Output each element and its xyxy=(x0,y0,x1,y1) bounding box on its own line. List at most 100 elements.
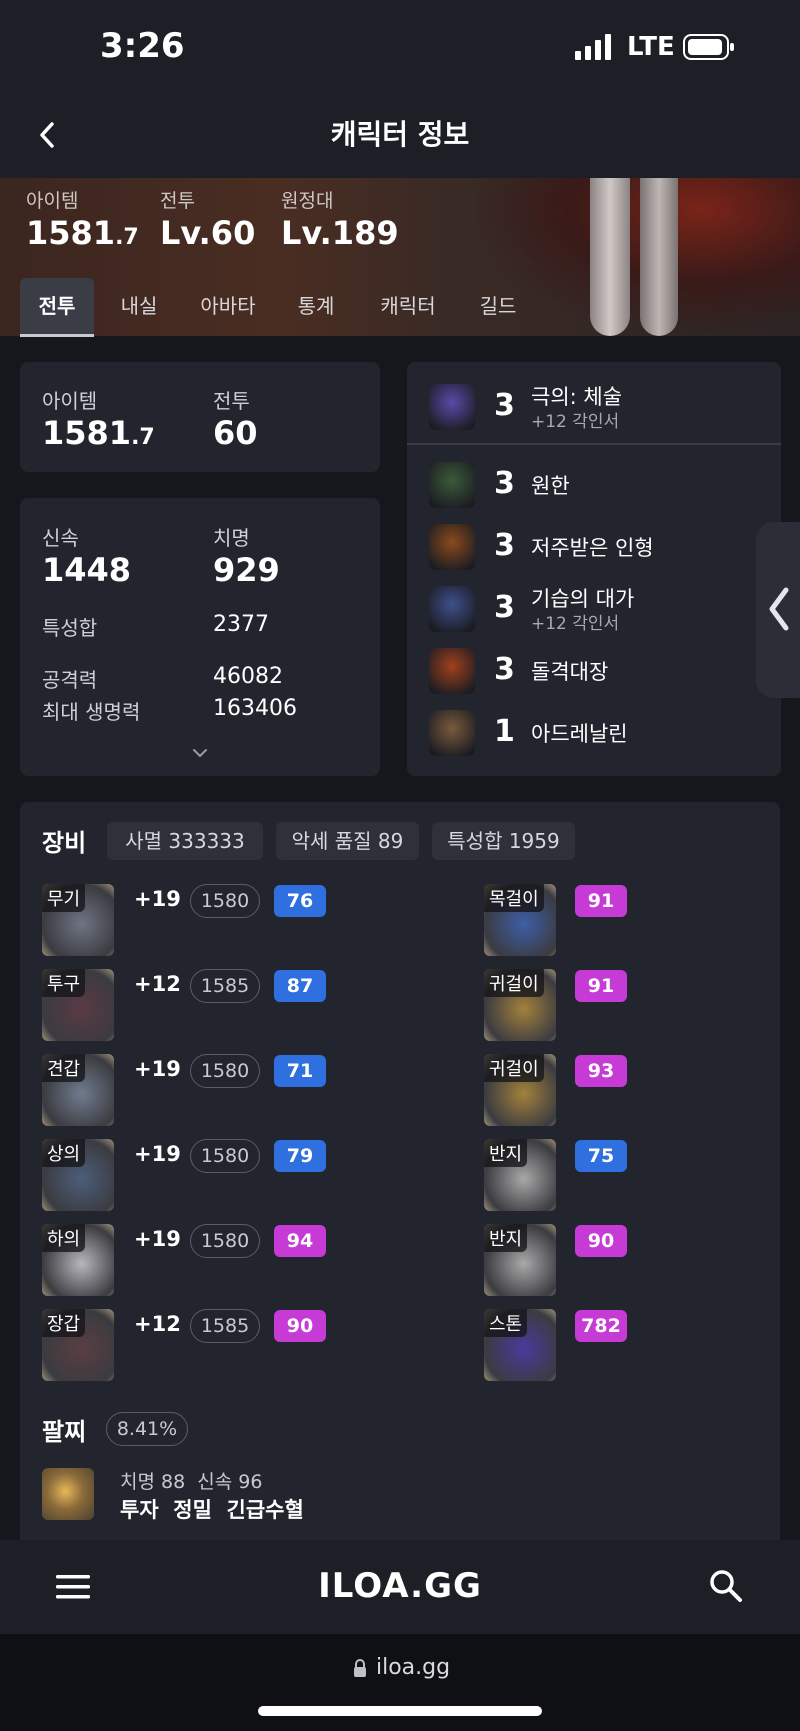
engraving-level: 3 xyxy=(494,466,515,501)
crit-value: 929 xyxy=(213,551,280,589)
character-art-leg xyxy=(590,178,630,336)
engraving-level: 3 xyxy=(494,590,515,625)
hero-combat-value: Lv.60 xyxy=(160,214,256,252)
summary-item-label: 아이템 xyxy=(42,389,98,413)
quality-badge: 782 xyxy=(575,1310,627,1342)
max-hp-label: 최대 생명력 xyxy=(42,700,141,724)
status-time: 3:26 xyxy=(100,26,185,66)
engraving-name: 아드레날린 xyxy=(531,722,628,746)
ring-icon[interactable]: 반지 xyxy=(484,1139,556,1211)
url-text[interactable]: iloa.gg xyxy=(376,1655,450,1680)
martial-arts-icon xyxy=(429,384,475,430)
pants-icon[interactable]: 하의 xyxy=(42,1224,114,1296)
slot-label: 무기 xyxy=(42,884,86,912)
summary-combat-label: 전투 xyxy=(213,389,250,413)
browser-url-bar xyxy=(0,1634,800,1731)
hero-combat-label: 전투 xyxy=(160,190,195,212)
quality-badge: 91 xyxy=(575,970,627,1002)
page-title: 캐릭터 정보 xyxy=(330,118,470,151)
slot-label: 반지 xyxy=(484,1224,528,1252)
summary-combat-value: 60 xyxy=(213,414,258,452)
quality-badge: 90 xyxy=(274,1310,326,1342)
tab-stats[interactable]: 통계 xyxy=(284,278,348,334)
tab-character[interactable]: 캐릭터 xyxy=(368,278,448,334)
engraving-name: 저주받은 인형 xyxy=(531,536,654,560)
stat-total-label: 특성합 xyxy=(42,616,98,640)
max-hp-value: 163406 xyxy=(213,696,297,721)
engraving-level: 1 xyxy=(494,714,515,749)
hero-roster-value: Lv.189 xyxy=(281,214,399,252)
gloves-icon[interactable]: 장갑 xyxy=(42,1309,114,1381)
quality-badge: 90 xyxy=(575,1225,627,1257)
engraving-name: 돌격대장 xyxy=(531,660,609,684)
attack-value: 46082 xyxy=(213,664,283,689)
slot-label: 목걸이 xyxy=(484,884,544,912)
master-ambush-icon xyxy=(429,586,475,632)
quality-badge: 91 xyxy=(575,885,627,917)
slot-label: 장갑 xyxy=(42,1309,86,1337)
search-icon[interactable] xyxy=(708,1568,744,1604)
quality-badge: 94 xyxy=(274,1225,326,1257)
engraving-level: 3 xyxy=(494,652,515,687)
quality-badge: 71 xyxy=(274,1055,326,1087)
bracelet-percent: 8.41% xyxy=(106,1412,188,1446)
bracelet-effects: 투자 정밀 긴급수혈 xyxy=(120,1498,304,1522)
tab-avatar[interactable]: 아바타 xyxy=(190,278,266,334)
upgrade-level: +19 xyxy=(134,1057,181,1081)
engraving-level: 3 xyxy=(494,528,515,563)
upgrade-level: +19 xyxy=(134,1142,181,1166)
tab-combat[interactable]: 전투 xyxy=(20,278,94,337)
bracelet-icon[interactable] xyxy=(42,1468,94,1520)
item-level: 1585 xyxy=(190,969,260,1003)
ring-icon[interactable]: 반지 xyxy=(484,1224,556,1296)
tab-guild[interactable]: 길드 xyxy=(466,278,530,334)
character-art-leg xyxy=(640,178,678,336)
raid-captain-icon xyxy=(429,648,475,694)
home-indicator xyxy=(258,1706,542,1716)
engraving-book-bonus: +12 각인서 xyxy=(531,412,620,432)
slot-label: 스톤 xyxy=(484,1309,528,1337)
stat-total-value: 2377 xyxy=(213,612,269,637)
engraving-book-bonus: +12 각인서 xyxy=(531,614,620,634)
weapon-icon[interactable]: 무기 xyxy=(42,884,114,956)
slot-label: 투구 xyxy=(42,969,86,997)
quality-badge: 76 xyxy=(274,885,326,917)
summary-item-value: 1581.7 xyxy=(42,414,155,452)
tab-inner[interactable]: 내실 xyxy=(106,278,172,334)
quality-badge: 93 xyxy=(575,1055,627,1087)
bracelet-title: 팔찌 xyxy=(42,1418,87,1446)
set-effect-chip: 사멸 333333 xyxy=(107,822,263,860)
slot-label: 하의 xyxy=(42,1224,86,1252)
chest-icon[interactable]: 상의 xyxy=(42,1139,114,1211)
battery-icon xyxy=(683,34,734,60)
quality-badge: 75 xyxy=(575,1140,627,1172)
earring-icon[interactable]: 귀걸이 xyxy=(484,969,556,1041)
necklace-icon[interactable]: 목걸이 xyxy=(484,884,556,956)
quality-badge: 87 xyxy=(274,970,326,1002)
swiftness-value: 1448 xyxy=(42,551,132,589)
hero-item-label: 아이템 xyxy=(26,190,79,212)
quality-badge: 79 xyxy=(274,1140,326,1172)
adrenaline-icon xyxy=(429,710,475,756)
slot-label: 반지 xyxy=(484,1139,528,1167)
upgrade-level: +12 xyxy=(134,1312,181,1336)
accessory-quality-chip: 악세 품질 89 xyxy=(276,822,419,860)
engravings-divider xyxy=(407,443,781,445)
ability-stone-icon[interactable]: 스톤 xyxy=(484,1309,556,1381)
signal-icon xyxy=(575,34,611,60)
hero-roster-label: 원정대 xyxy=(281,190,334,212)
site-logo[interactable]: ILOA.GG xyxy=(0,1566,800,1606)
lock-icon xyxy=(354,1659,366,1677)
equipment-title: 장비 xyxy=(42,829,87,857)
crit-label: 치명 xyxy=(213,526,250,550)
earring-icon[interactable]: 귀걸이 xyxy=(484,1054,556,1126)
chevron-left-icon[interactable] xyxy=(766,586,792,632)
network-type: LTE xyxy=(627,32,675,62)
grudge-icon xyxy=(429,462,475,508)
helmet-icon[interactable]: 투구 xyxy=(42,969,114,1041)
item-level: 1580 xyxy=(190,1139,260,1173)
shoulder-icon[interactable]: 견갑 xyxy=(42,1054,114,1126)
upgrade-level: +19 xyxy=(134,1227,181,1251)
hero-item-value: 1581.7 xyxy=(26,214,139,252)
chevron-down-icon[interactable] xyxy=(192,748,208,758)
